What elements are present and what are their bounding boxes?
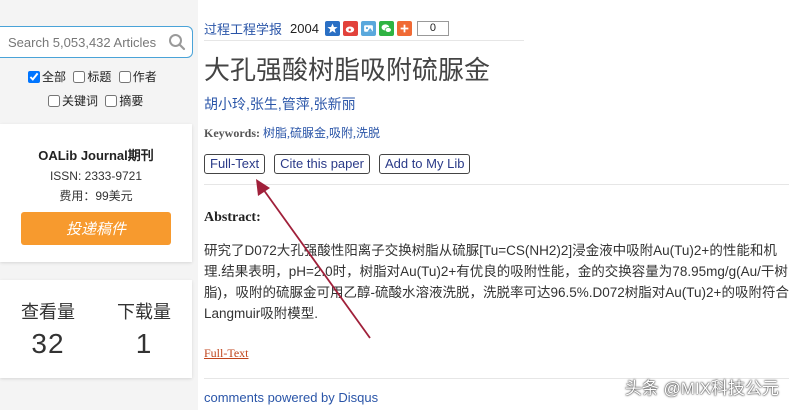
divider: [204, 40, 524, 41]
article-year: 2004: [290, 20, 319, 36]
submit-manuscript-button[interactable]: 投递稿件: [21, 212, 171, 245]
article-keywords: Keywords: 树脂,硫脲金,吸附,洗脱: [204, 124, 380, 141]
watermark: 头条 @MIX科技公元: [624, 379, 779, 398]
downloads-label: 下载量: [117, 302, 171, 322]
search-filters: 全部 标题 作者 关键词 摘要: [28, 66, 198, 114]
filter-abstract-label: 摘要: [119, 94, 144, 108]
journal-link[interactable]: 过程工程学报: [204, 19, 282, 38]
share-star-icon[interactable]: [324, 20, 340, 36]
keywords-label: Keywords:: [204, 126, 260, 140]
filter-abstract[interactable]: 摘要: [105, 90, 143, 112]
journal-card: OALib Journal期刊 ISSN: 2333-9721 费用：99美元 …: [0, 124, 192, 262]
disqus-link[interactable]: comments powered by Disqus: [204, 390, 378, 405]
share-qzone-icon[interactable]: [360, 20, 376, 36]
filter-title-label: 标题: [87, 70, 112, 84]
filter-author-label: 作者: [132, 70, 157, 84]
journal-fee: 费用：99美元: [59, 189, 133, 203]
left-sidebar: 全部 标题 作者 关键词 摘要 OALib Journal期刊 ISSN: 23…: [0, 0, 198, 410]
downloads-value: 1: [135, 328, 153, 359]
filter-keywords-checkbox[interactable]: [48, 95, 60, 107]
abstract-label: Abstract:: [204, 210, 261, 225]
abstract-text: 研究了D072大孔强酸性阳离子交换树脂从硫脲[Tu=CS(NH2)2]浸金液中吸…: [204, 243, 789, 321]
search-input[interactable]: [8, 27, 166, 57]
article-meta-line: 过程工程学报 2004 0: [204, 19, 449, 38]
share-count: 0: [416, 20, 449, 36]
article-authors[interactable]: 胡小玲,张生,管萍,张新丽: [204, 94, 356, 114]
filter-author[interactable]: 作者: [118, 66, 157, 88]
filter-all-label: 全部: [42, 70, 67, 84]
filter-keywords[interactable]: 关键词: [48, 90, 98, 112]
share-more-icon[interactable]: [396, 20, 412, 36]
filter-author-checkbox[interactable]: [118, 71, 131, 83]
cite-paper-button[interactable]: Cite this paper: [274, 154, 370, 174]
search-box: [0, 26, 193, 58]
stats-card: 查看量 32 下载量 1: [0, 280, 192, 378]
filter-all[interactable]: 全部: [28, 66, 66, 88]
article-actions: Full-Text Cite this paper Add to My Lib: [204, 154, 479, 174]
keywords-values[interactable]: 树脂,硫脲金,吸附,洗脱: [263, 126, 380, 140]
journal-name: OALib Journal期刊: [38, 148, 154, 163]
filter-all-checkbox[interactable]: [28, 71, 40, 83]
downloads-stat: 下载量 1: [96, 298, 192, 360]
article-main: 过程工程学报 2004 0 大孔强酸树脂吸附硫脲金 胡小玲,张生,管萍,张新丽 …: [204, 0, 789, 410]
views-label: 查看量: [21, 302, 75, 322]
filter-title[interactable]: 标题: [73, 66, 111, 88]
filter-keywords-label: 关键词: [62, 94, 99, 108]
divider: [204, 184, 789, 185]
share-weibo-icon[interactable]: [342, 20, 358, 36]
views-value: 32: [31, 328, 65, 359]
filter-title-checkbox[interactable]: [73, 71, 86, 83]
add-to-lib-button[interactable]: Add to My Lib: [378, 154, 471, 174]
filter-abstract-checkbox[interactable]: [105, 95, 118, 107]
share-wechat-icon[interactable]: [378, 20, 394, 36]
journal-issn: ISSN: 2333-9721: [49, 169, 143, 183]
views-stat: 查看量 32: [0, 298, 96, 360]
fulltext-button[interactable]: Full-Text: [204, 154, 266, 174]
article-title: 大孔强酸树脂吸附硫脲金: [204, 56, 491, 86]
search-icon[interactable]: [168, 33, 186, 51]
fulltext-link[interactable]: Full-Text: [204, 346, 249, 361]
